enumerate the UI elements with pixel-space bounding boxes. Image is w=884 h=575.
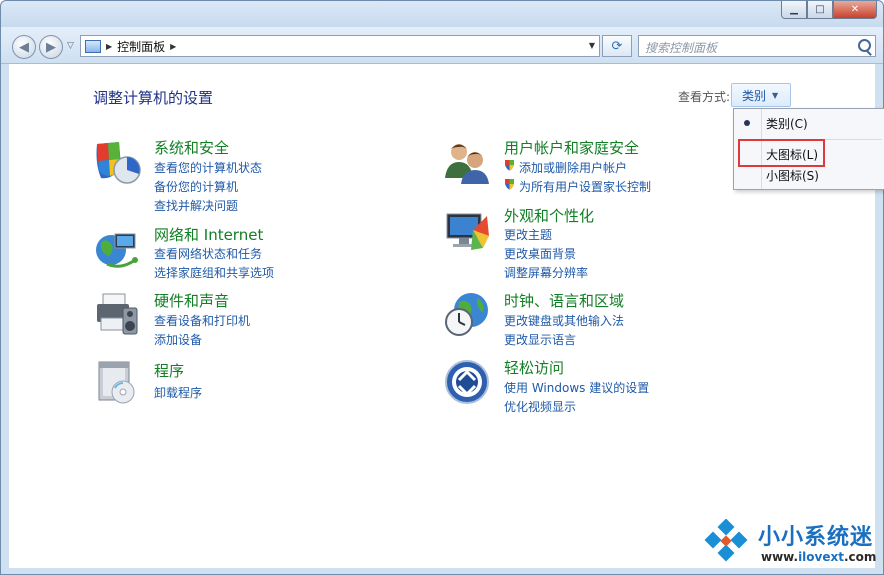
minimize-button[interactable]: ▁ — [781, 1, 807, 19]
breadcrumb-arrow-icon[interactable]: ▶ — [106, 42, 112, 51]
view-by-menu: 类别(C) 大图标(L) 小图标(S) — [733, 108, 884, 190]
watermark-logo: 小小系统迷 www.ilovext.com — [695, 515, 881, 571]
refresh-icon: ⟳ — [611, 38, 623, 54]
close-button[interactable]: ✕ — [833, 1, 877, 19]
radio-selected-icon — [744, 120, 750, 126]
view-by-dropdown[interactable]: 类别 ▼ — [731, 83, 791, 107]
link-troubleshoot[interactable]: 查找并解决问题 — [154, 197, 238, 214]
link-display-language[interactable]: 更改显示语言 — [504, 331, 576, 348]
category-title-programs[interactable]: 程序 — [154, 360, 184, 381]
url-prefix: www. — [761, 550, 799, 564]
category-title-system-security[interactable]: 系统和安全 — [154, 137, 229, 158]
uac-shield-icon — [505, 160, 514, 171]
search-box[interactable]: 搜索控制面板 — [638, 35, 876, 57]
watermark-url: www.ilovext.com — [761, 550, 876, 564]
category-title-clock-language[interactable]: 时钟、语言和区域 — [504, 290, 624, 311]
menu-item-category[interactable]: 类别(C) — [766, 115, 808, 132]
back-button[interactable]: ◀ — [12, 35, 36, 59]
breadcrumb-control-panel[interactable]: 控制面板 — [117, 38, 165, 55]
address-bar[interactable]: ▶ 控制面板 ▶ ▼ — [80, 35, 600, 57]
link-parental-controls[interactable]: 为所有用户设置家长控制 — [519, 178, 651, 195]
forward-button[interactable]: ▶ — [39, 35, 63, 59]
hardware-sound-icon — [97, 293, 138, 335]
ease-of-access-icon — [445, 360, 489, 404]
link-desktop-background[interactable]: 更改桌面背景 — [504, 245, 576, 262]
menu-item-small-icons[interactable]: 小图标(S) — [766, 167, 819, 184]
maximize-button[interactable]: □ — [807, 1, 833, 19]
link-add-remove-accounts[interactable]: 添加或删除用户帐户 — [519, 159, 627, 176]
programs-icon — [98, 361, 135, 404]
content-area: 调整计算机的设置 查看方式: 类别 ▼ 系统和安全 查看您的计算机状态 备份您的… — [9, 64, 884, 568]
link-backup-computer[interactable]: 备份您的计算机 — [154, 178, 238, 195]
breadcrumb-arrow-icon[interactable]: ▶ — [170, 42, 176, 51]
link-devices-printers[interactable]: 查看设备和打印机 — [154, 312, 250, 329]
logo-diamond-icon — [704, 519, 748, 562]
view-by-value: 类别 — [742, 88, 767, 103]
category-title-hardware-sound[interactable]: 硬件和声音 — [154, 290, 229, 311]
control-panel-window: ▁ □ ✕ ◀ ▶ ▽ ▶ 控制面板 ▶ ▼ ⟳ 搜索控制面板 调整计算机的设置… — [0, 0, 884, 575]
appearance-icon — [446, 213, 489, 250]
control-panel-icon — [85, 39, 101, 53]
navigation-bar: ◀ ▶ ▽ ▶ 控制面板 ▶ ▼ ⟳ 搜索控制面板 — [1, 27, 883, 64]
uac-shield-icon — [505, 179, 514, 190]
refresh-button[interactable]: ⟳ — [602, 35, 632, 57]
link-keyboard-input[interactable]: 更改键盘或其他输入法 — [504, 312, 624, 329]
link-add-device[interactable]: 添加设备 — [154, 331, 202, 348]
url-domain: ilovext — [798, 550, 844, 564]
user-accounts-icon — [445, 144, 489, 184]
link-windows-recommended[interactable]: 使用 Windows 建议的设置 — [504, 379, 649, 396]
system-security-icon — [96, 142, 141, 184]
network-icon — [96, 233, 138, 268]
back-arrow-icon: ◀ — [19, 39, 29, 55]
chevron-down-icon: ▼ — [772, 90, 779, 100]
address-dropdown-icon[interactable]: ▼ — [589, 41, 595, 50]
clock-language-icon — [445, 293, 488, 336]
recent-pages-dropdown[interactable]: ▽ — [67, 41, 74, 51]
category-title-appearance[interactable]: 外观和个性化 — [504, 205, 594, 226]
page-title: 调整计算机的设置 — [93, 89, 214, 107]
link-network-status[interactable]: 查看网络状态和任务 — [154, 245, 262, 262]
category-title-network[interactable]: 网络和 Internet — [154, 224, 263, 245]
search-icon[interactable] — [858, 39, 871, 52]
link-optimize-video[interactable]: 优化视频显示 — [504, 398, 576, 415]
window-controls: ▁ □ ✕ — [781, 1, 877, 20]
link-change-theme[interactable]: 更改主题 — [504, 226, 552, 243]
view-by-label: 查看方式: — [678, 90, 731, 104]
link-view-computer-status[interactable]: 查看您的计算机状态 — [154, 159, 262, 176]
category-title-ease-of-access[interactable]: 轻松访问 — [504, 357, 564, 378]
link-screen-resolution[interactable]: 调整屏幕分辨率 — [504, 264, 588, 281]
url-suffix: .com — [843, 550, 877, 564]
category-title-user-accounts[interactable]: 用户帐户和家庭安全 — [504, 137, 639, 158]
menu-item-large-icons[interactable]: 大图标(L) — [766, 146, 818, 163]
link-homegroup-sharing[interactable]: 选择家庭组和共享选项 — [154, 264, 274, 281]
forward-arrow-icon: ▶ — [46, 39, 56, 55]
search-input[interactable]: 搜索控制面板 — [645, 39, 717, 56]
link-uninstall-program[interactable]: 卸载程序 — [154, 384, 202, 401]
watermark-name: 小小系统迷 — [758, 525, 874, 550]
title-bar[interactable]: ▁ □ ✕ — [1, 1, 883, 27]
